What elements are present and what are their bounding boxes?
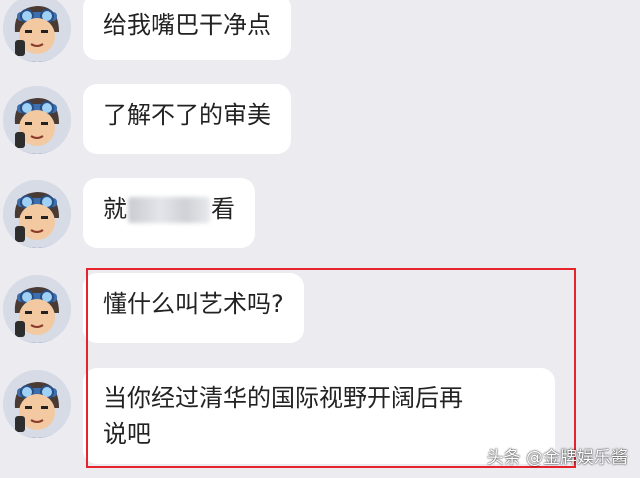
avatar[interactable] [3, 86, 71, 154]
avatar[interactable] [3, 370, 71, 438]
cartoon-avatar-icon [3, 180, 71, 248]
avatar[interactable] [3, 275, 71, 343]
highlight-box [86, 268, 576, 468]
cartoon-avatar-icon [3, 0, 71, 62]
cartoon-avatar-icon [3, 86, 71, 154]
cartoon-avatar-icon [3, 275, 71, 343]
message-bubble[interactable]: 就看 [83, 178, 255, 248]
message-bubble[interactable]: 了解不了的审美 [83, 84, 291, 154]
avatar[interactable] [3, 180, 71, 248]
redacted-text-blur [128, 197, 210, 223]
avatar[interactable] [3, 0, 71, 62]
watermark: 头条 @金牌娱乐酱 [486, 448, 628, 468]
message-text: 就 [103, 195, 127, 223]
message-text: 看 [211, 195, 235, 223]
message-text: 了解不了的审美 [103, 101, 271, 129]
message-bubble[interactable]: 给我嘴巴干净点 [83, 0, 291, 60]
cartoon-avatar-icon [3, 370, 71, 438]
message-text: 给我嘴巴干净点 [103, 11, 271, 39]
